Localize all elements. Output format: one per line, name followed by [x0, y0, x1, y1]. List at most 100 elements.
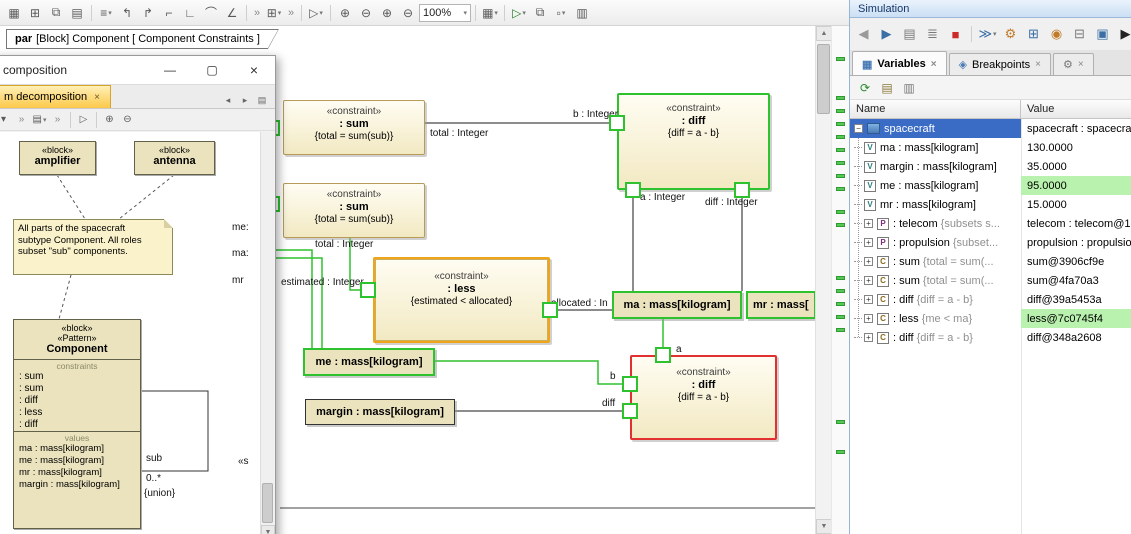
constraint-parameter-port[interactable] [609, 115, 625, 131]
angle-line-icon[interactable]: ∠ [222, 3, 242, 22]
row-value-cell[interactable]: propulsion : propulsion [1021, 233, 1131, 252]
zoom-in-icon[interactable]: ⊕ [335, 3, 355, 22]
row-name-cell[interactable]: +C: sum{total = sum(... [850, 271, 1021, 290]
row-name-cell[interactable]: Vme : mass[kilogram] [850, 176, 1021, 195]
close-tab-icon[interactable]: × [931, 59, 937, 70]
constraint-parameter-port[interactable] [625, 182, 641, 198]
part-ma[interactable]: ma : mass[kilogram] [612, 291, 742, 319]
ui-mockup-icon[interactable]: ⊞ [1023, 24, 1044, 45]
table-icon[interactable]: ⊞▾ [264, 3, 284, 22]
row-name-cell[interactable]: Vma : mass[kilogram] [850, 138, 1021, 157]
constraint-item[interactable]: : sum [14, 371, 140, 383]
row-expander[interactable]: − [854, 124, 863, 133]
table-row[interactable]: +P: telecom{subsets s...telecom : teleco… [850, 214, 1131, 233]
show-grid-lines-icon[interactable]: ▥ [572, 3, 592, 22]
scroll-down-icon[interactable]: ▼ [816, 519, 832, 534]
row-value-cell[interactable]: 15.0000 [1021, 195, 1131, 214]
row-expander[interactable]: + [864, 333, 873, 342]
row-name-cell[interactable]: Vmr : mass[kilogram] [850, 195, 1021, 214]
minimize-icon[interactable]: — [149, 56, 191, 85]
row-expander[interactable]: + [864, 219, 873, 228]
window-menu-icon[interactable]: ▾ [0, 111, 12, 128]
compare-diagrams-icon[interactable]: ⧉ [530, 3, 550, 22]
table-row[interactable]: +C: sum{total = sum(...sum@4fa70a3 [850, 271, 1131, 290]
options-icon[interactable]: ⊟ [1069, 24, 1090, 45]
scroll-down-icon[interactable]: ▼ [261, 525, 275, 534]
constraint-parameter-port[interactable] [734, 182, 750, 198]
maximize-icon[interactable]: ▢ [191, 56, 233, 85]
close-tab-icon[interactable]: × [94, 92, 100, 103]
table-row[interactable]: +P: propulsion{subset...propulsion : pro… [850, 233, 1131, 252]
column-header-name[interactable]: Name [850, 100, 1021, 118]
refresh-icon[interactable]: ⟳ [856, 79, 874, 97]
row-value-cell[interactable]: diff@39a5453a [1021, 290, 1131, 309]
constraint-block-sum-1[interactable]: «constraint» : sum {total = sum(sub)} [283, 100, 425, 155]
validation-mark[interactable] [836, 302, 845, 306]
row-expander[interactable]: + [864, 257, 873, 266]
value-item[interactable]: me : mass[kilogram] [14, 455, 140, 467]
route-path-icon[interactable]: ↰ [117, 3, 137, 22]
columns-icon[interactable]: ▥ [900, 79, 918, 97]
paste-icon[interactable]: ▤ [67, 3, 87, 22]
row-value-cell[interactable]: 95.0000 [1021, 176, 1131, 195]
row-name-cell[interactable]: +C: diff{diff = a - b} [850, 290, 1021, 309]
constraint-item[interactable]: : diff [14, 395, 140, 407]
block-component[interactable]: «block» «Pattern» Component constraints … [13, 319, 141, 529]
row-value-cell[interactable]: less@7c0745f4 [1021, 309, 1131, 328]
validation-mark[interactable] [836, 187, 845, 191]
table-row[interactable]: Vme : mass[kilogram]95.0000 [850, 176, 1131, 195]
collapse-panel-icon[interactable]: ▶ [1115, 24, 1131, 45]
nav-forward-icon[interactable]: ▸ [238, 92, 252, 108]
table-row[interactable]: Vmargin : mass[kilogram]35.0000 [850, 157, 1131, 176]
export-icon[interactable]: ▤ [878, 79, 896, 97]
layout-icon[interactable]: ▦▾ [480, 3, 500, 22]
step-forward-icon[interactable]: ▶ [876, 24, 897, 45]
validation-mark[interactable] [836, 174, 845, 178]
window-vertical-scrollbar[interactable]: ▼ [260, 132, 274, 534]
close-tab-icon[interactable]: × [1078, 59, 1084, 70]
validation-mark[interactable] [836, 96, 845, 100]
zoom-in-icon[interactable]: ⊕ [101, 111, 118, 128]
constraint-parameter-port[interactable] [622, 403, 638, 419]
block-antenna[interactable]: «block» antenna [134, 141, 215, 175]
validation-mark[interactable] [836, 420, 845, 424]
row-name-cell[interactable]: +C: diff{diff = a - b} [850, 328, 1021, 347]
row-value-cell[interactable]: sum@3906cf9e [1021, 252, 1131, 271]
scrollbar-thumb[interactable] [262, 483, 273, 523]
row-value-cell[interactable]: spacecraft : spacecra... [1021, 119, 1131, 138]
part-me[interactable]: me : mass[kilogram] [303, 348, 435, 376]
row-value-cell[interactable]: 130.0000 [1021, 138, 1131, 157]
table-row[interactable]: +C: diff{diff = a - b}diff@348a2608 [850, 328, 1131, 347]
validation-mark[interactable] [836, 223, 845, 227]
row-name-cell[interactable]: −spacecraft [850, 119, 1021, 138]
containment-tree-icon[interactable]: ≡▾ [96, 3, 116, 22]
row-value-cell[interactable]: 35.0000 [1021, 157, 1131, 176]
validation-mark[interactable] [836, 210, 845, 214]
constraint-block-less[interactable]: «constraint» : less {estimated < allocat… [373, 257, 550, 343]
tab-gear[interactable]: ⚙ × [1053, 53, 1094, 75]
dock-window-icon[interactable]: ▣ [1092, 24, 1113, 45]
tab-variables[interactable]: ▦ Variables × [852, 51, 947, 76]
constraint-parameter-port[interactable] [622, 376, 638, 392]
row-name-cell[interactable]: Vmargin : mass[kilogram] [850, 157, 1021, 176]
session-log-icon[interactable]: ≣ [922, 24, 943, 45]
row-expander[interactable]: + [864, 276, 873, 285]
stop-icon[interactable]: ■ [945, 24, 966, 45]
part-margin[interactable]: margin : mass[kilogram] [305, 399, 455, 425]
nav-back-icon[interactable]: ◂ [221, 92, 235, 108]
connector-me-diff-b[interactable] [435, 361, 622, 384]
table-row[interactable]: Vma : mass[kilogram]130.0000 [850, 138, 1131, 157]
validation-mark[interactable] [836, 315, 845, 319]
copy-icon[interactable]: ⧉ [46, 3, 66, 22]
validation-mark[interactable] [836, 135, 845, 139]
overflow-chevron-icon[interactable]: » [251, 3, 263, 22]
run-icon[interactable]: ▷ [75, 111, 92, 128]
simulation-settings-icon[interactable]: ⚙ [1000, 24, 1021, 45]
table-row[interactable]: +C: sum{total = sum(...sum@3906cf9e [850, 252, 1131, 271]
row-expander[interactable]: + [864, 238, 873, 247]
window-title-bar[interactable]: composition — ▢ × [0, 56, 275, 85]
overflow-chevron-icon[interactable]: » [285, 3, 297, 22]
tab-list-icon[interactable]: ▤ [255, 92, 269, 108]
diagram-vertical-scrollbar[interactable]: ▲ ▼ [815, 26, 831, 534]
validation-mark[interactable] [836, 450, 845, 454]
